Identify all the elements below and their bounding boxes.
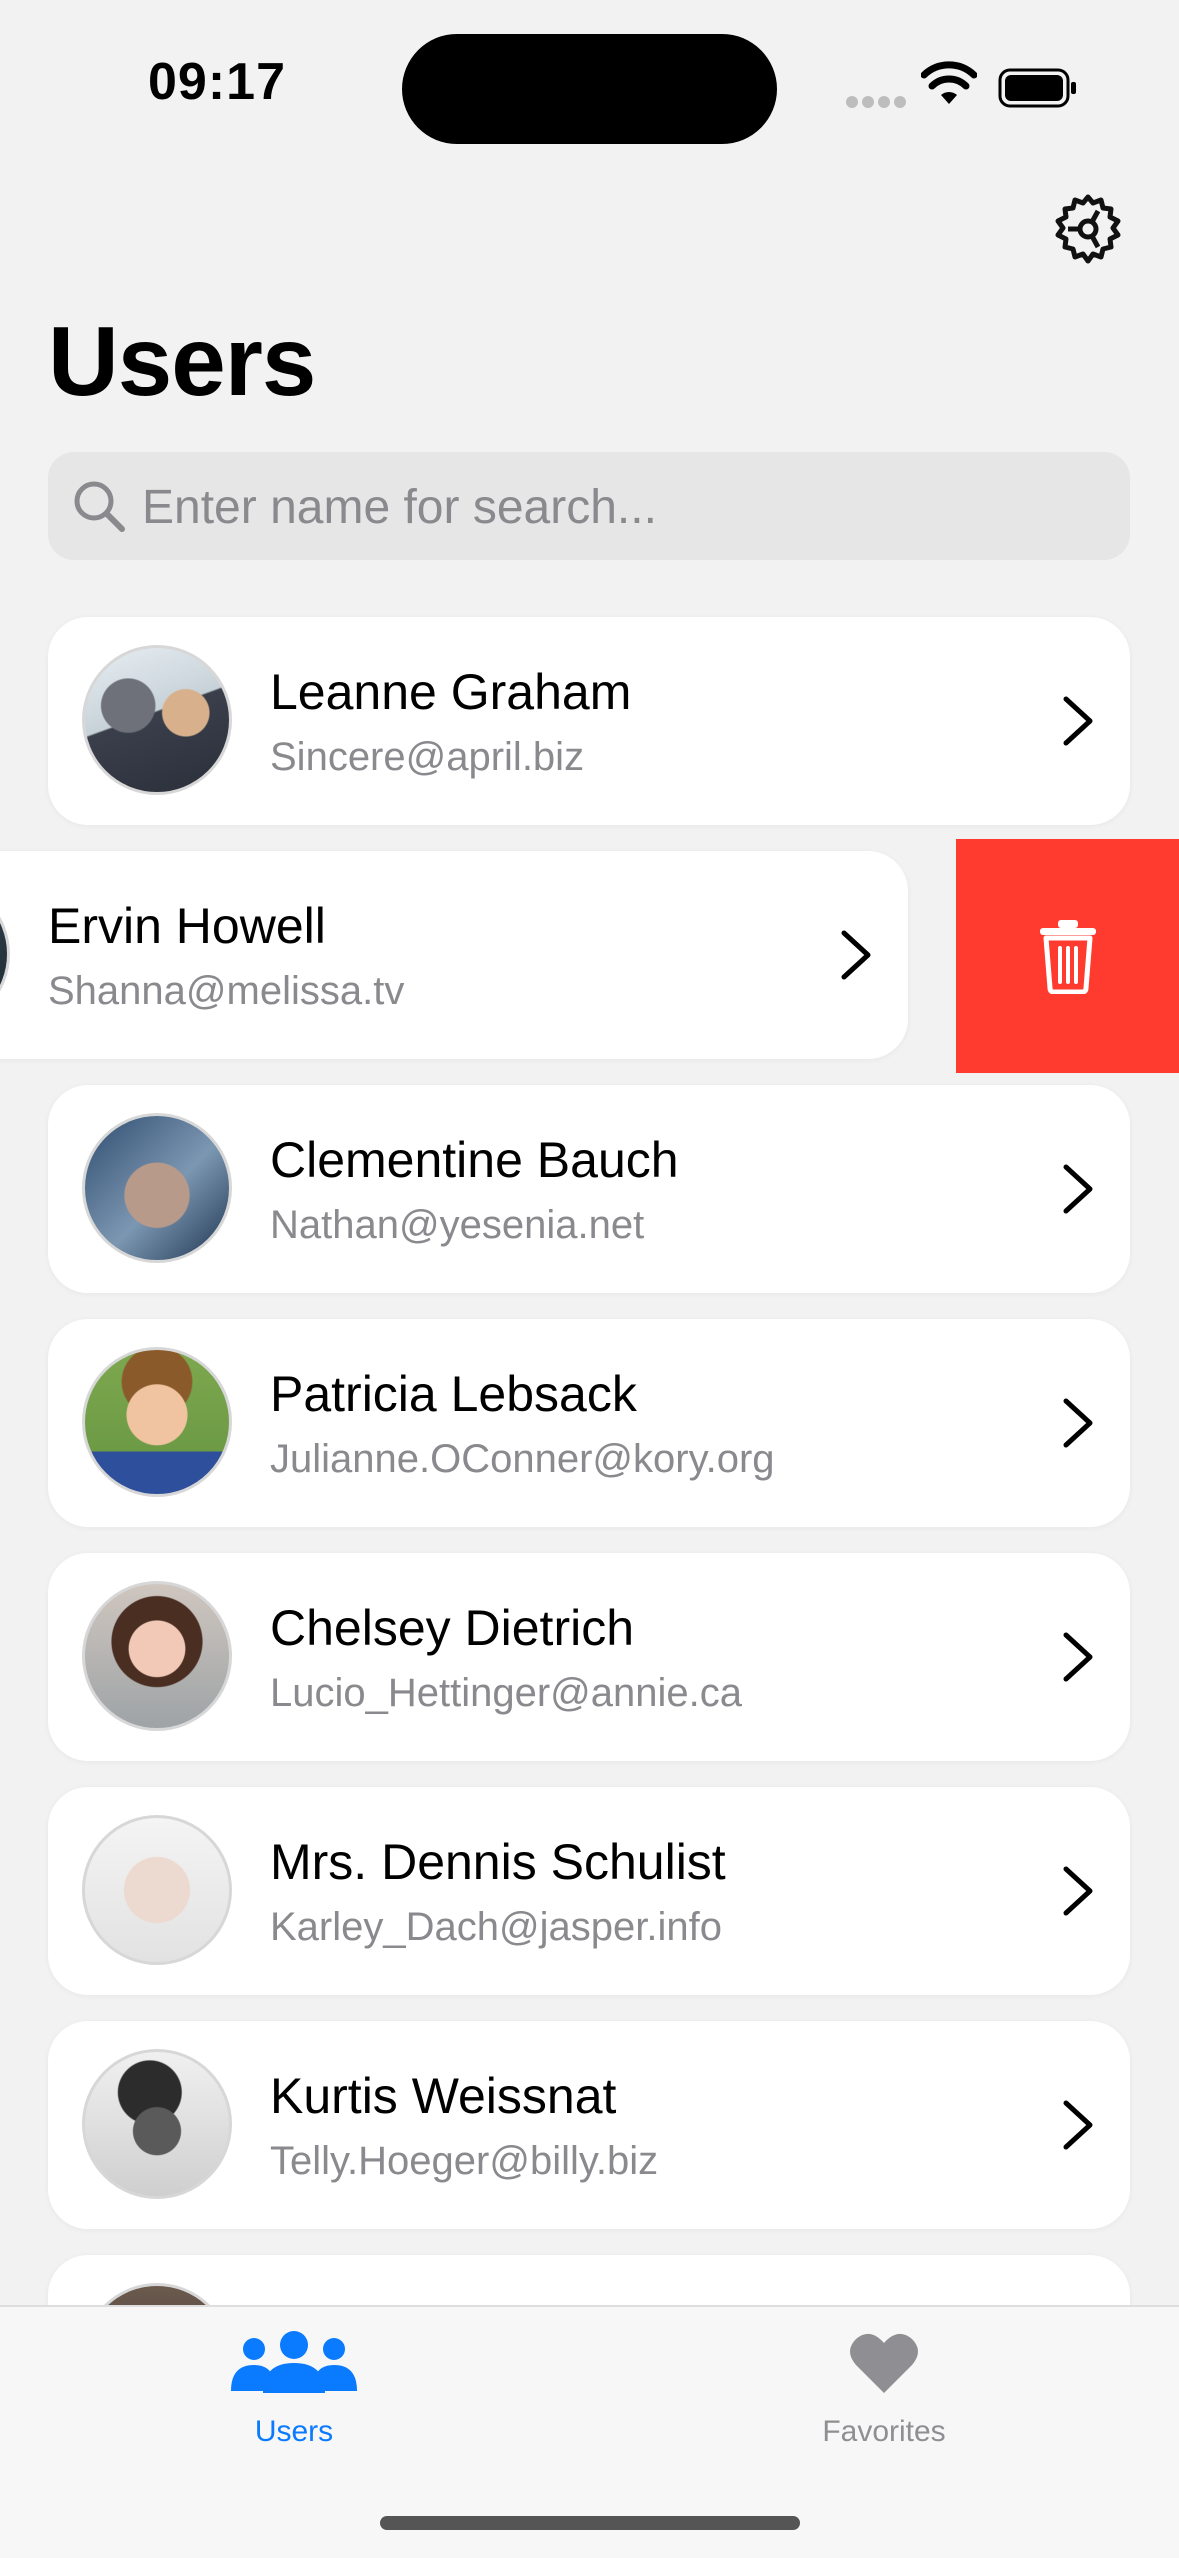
home-indicator	[380, 2516, 800, 2530]
user-row[interactable]	[48, 2255, 1130, 2305]
tab-favorites[interactable]: Favorites	[684, 2307, 1084, 2507]
user-row[interactable]: Chelsey Dietrich Lucio_Hettinger@annie.c…	[48, 1553, 1130, 1761]
avatar	[82, 1113, 232, 1263]
user-email: Telly.Hoeger@billy.biz	[270, 2139, 659, 2183]
user-name: Kurtis Weissnat	[270, 2068, 617, 2124]
chevron-right-icon	[841, 930, 871, 980]
chevron-right-icon	[1063, 1398, 1093, 1448]
user-list[interactable]: Leanne Graham Sincere@april.biz Ervin Ho…	[0, 0, 1179, 2305]
user-row[interactable]: Clementine Bauch Nathan@yesenia.net	[48, 1085, 1130, 1293]
avatar	[82, 2049, 232, 2199]
tab-favorites-label: Favorites	[822, 2415, 946, 2448]
avatar	[82, 1347, 232, 1497]
user-row[interactable]: Kurtis Weissnat Telly.Hoeger@billy.biz	[48, 2021, 1130, 2229]
user-email: Karley_Dach@jasper.info	[270, 1905, 722, 1949]
trash-icon	[1040, 920, 1096, 994]
user-email: Shanna@melissa.tv	[48, 969, 405, 1013]
avatar	[82, 1581, 232, 1731]
users-icon	[231, 2331, 357, 2393]
user-email: Nathan@yesenia.net	[270, 1203, 645, 1247]
tab-users-label: Users	[254, 2415, 334, 2448]
user-row-swiped[interactable]: Ervin Howell Shanna@melissa.tv	[0, 851, 908, 1059]
user-name: Chelsey Dietrich	[270, 1600, 635, 1656]
user-name: Clementine Bauch	[270, 1132, 679, 1188]
tab-users[interactable]: Users	[94, 2307, 494, 2507]
chevron-right-icon	[1063, 2100, 1093, 2150]
user-name: Ervin Howell	[48, 898, 326, 954]
avatar	[82, 645, 232, 795]
chevron-right-icon	[1063, 1632, 1093, 1682]
user-row[interactable]: Mrs. Dennis Schulist Karley_Dach@jasper.…	[48, 1787, 1130, 1995]
heart-icon	[850, 2333, 918, 2393]
avatar	[82, 2283, 232, 2305]
user-row[interactable]: Leanne Graham Sincere@april.biz	[48, 617, 1130, 825]
user-name: Patricia Lebsack	[270, 1366, 637, 1422]
delete-button[interactable]	[956, 839, 1179, 1073]
user-name: Mrs. Dennis Schulist	[270, 1834, 726, 1890]
user-email: Sincere@april.biz	[270, 735, 585, 779]
user-row[interactable]: Patricia Lebsack Julianne.OConner@kory.o…	[48, 1319, 1130, 1527]
chevron-right-icon	[1063, 696, 1093, 746]
chevron-right-icon	[1063, 1164, 1093, 1214]
chevron-right-icon	[1063, 1866, 1093, 1916]
avatar	[82, 1815, 232, 1965]
user-email: Julianne.OConner@kory.org	[270, 1437, 775, 1481]
user-email: Lucio_Hettinger@annie.ca	[270, 1671, 743, 1715]
user-name: Leanne Graham	[270, 664, 632, 720]
avatar	[0, 879, 10, 1029]
